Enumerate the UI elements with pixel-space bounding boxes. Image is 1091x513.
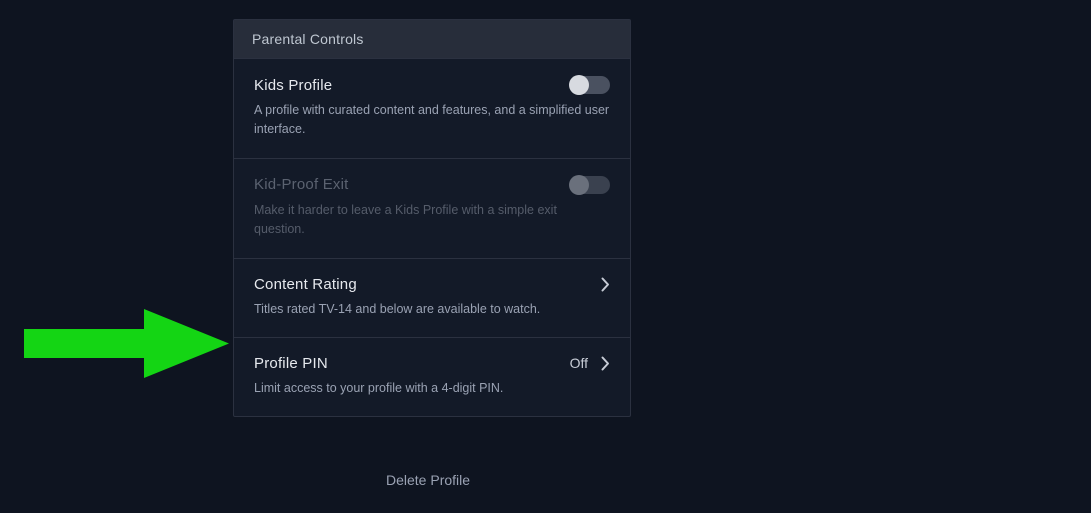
kid-proof-exit-toggle — [570, 176, 610, 194]
arrow-annotation-icon — [24, 306, 231, 381]
kids-profile-toggle[interactable] — [570, 76, 610, 94]
chevron-right-icon — [600, 276, 610, 292]
kid-proof-exit-section: Kid-Proof Exit Make it harder to leave a… — [234, 158, 630, 258]
chevron-right-icon — [600, 355, 610, 371]
content-rating-section[interactable]: Content Rating Titles rated TV-14 and be… — [234, 258, 630, 337]
toggle-knob — [569, 75, 589, 95]
profile-pin-status: Off — [570, 355, 588, 371]
kids-profile-section: Kids Profile A profile with curated cont… — [234, 58, 630, 158]
profile-pin-section[interactable]: Profile PIN Off Limit access to your pro… — [234, 337, 630, 416]
content-rating-description: Titles rated TV-14 and below are availab… — [254, 300, 610, 319]
profile-pin-title: Profile PIN — [254, 355, 328, 372]
kid-proof-exit-description: Make it harder to leave a Kids Profile w… — [254, 201, 610, 240]
toggle-knob — [569, 175, 589, 195]
panel-header: Parental Controls — [234, 20, 630, 58]
content-rating-title: Content Rating — [254, 276, 357, 293]
profile-pin-description: Limit access to your profile with a 4-di… — [254, 379, 610, 398]
kids-profile-description: A profile with curated content and featu… — [254, 101, 610, 140]
delete-profile-button[interactable]: Delete Profile — [386, 472, 470, 488]
parental-controls-panel: Parental Controls Kids Profile A profile… — [233, 19, 631, 417]
kid-proof-exit-title: Kid-Proof Exit — [254, 176, 349, 193]
kids-profile-title: Kids Profile — [254, 77, 332, 94]
